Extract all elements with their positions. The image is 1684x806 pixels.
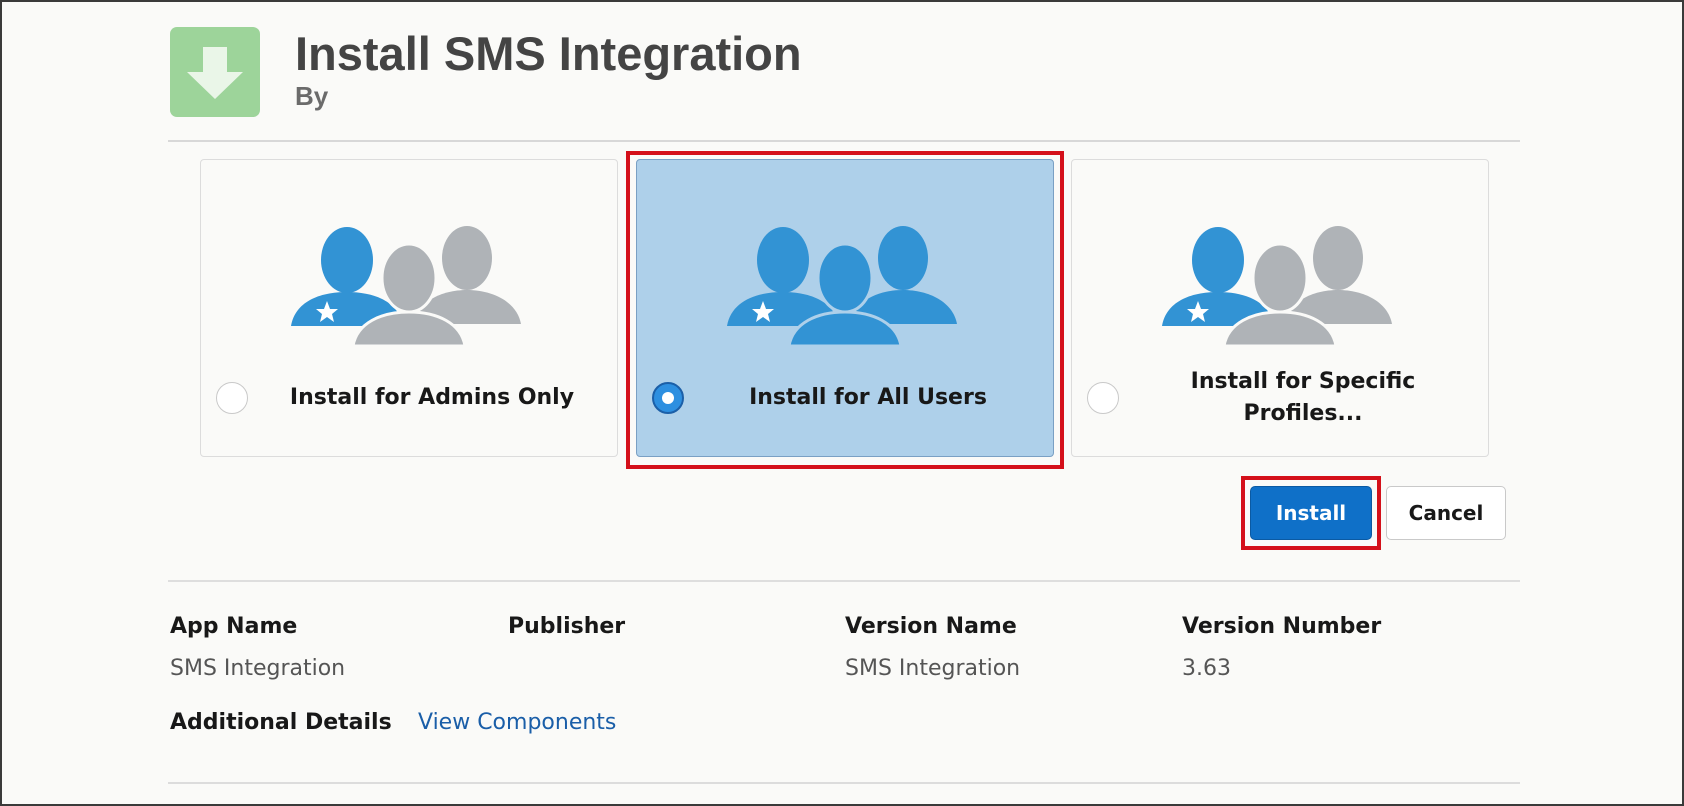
version-number-column: Version Number 3.63 xyxy=(1182,614,1381,681)
option-admins-only[interactable]: Install for Admins Only xyxy=(200,159,618,457)
radio-all-users[interactable] xyxy=(652,382,684,414)
window-frame: Install SMS Integration By Install for A… xyxy=(0,0,1684,806)
download-arrow-icon xyxy=(170,27,260,117)
option-label-specific-profiles: Install for Specific Profiles... xyxy=(1190,369,1416,426)
version-name-value: SMS Integration xyxy=(845,656,1021,681)
radio-admins-only[interactable] xyxy=(216,382,248,414)
version-number-value: 3.63 xyxy=(1182,656,1231,681)
install-options: Install for Admins Only Install for All … xyxy=(168,142,1520,469)
action-bar: Install Cancel xyxy=(168,462,1520,582)
version-name-column: Version Name SMS Integration xyxy=(845,614,1020,681)
publisher-column: Publisher xyxy=(508,614,625,656)
publisher-label: Publisher xyxy=(508,614,626,639)
page-header: Install SMS Integration By xyxy=(168,2,1520,142)
app-name-value: SMS Integration xyxy=(170,656,346,681)
app-name-column: App Name SMS Integration xyxy=(170,614,345,681)
page-title: Install SMS Integration xyxy=(295,27,802,80)
specific-profiles-users-icon xyxy=(1162,226,1392,348)
radio-specific-profiles[interactable] xyxy=(1087,382,1119,414)
publisher-byline: By xyxy=(295,81,329,111)
version-number-label: Version Number xyxy=(1182,614,1382,639)
cancel-button[interactable]: Cancel xyxy=(1386,486,1506,540)
admin-users-icon xyxy=(291,226,521,348)
option-all-users[interactable]: Install for All Users xyxy=(636,159,1054,457)
all-users-icon xyxy=(727,226,957,348)
additional-details-label: Additional Details xyxy=(170,710,392,735)
install-button[interactable]: Install xyxy=(1250,486,1372,540)
install-page: Install SMS Integration By Install for A… xyxy=(168,2,1520,784)
package-details: App Name SMS Integration Publisher Versi… xyxy=(168,582,1520,784)
version-name-label: Version Name xyxy=(845,614,1017,639)
option-label-all-users: Install for All Users xyxy=(749,385,987,410)
option-specific-profiles[interactable]: Install for Specific Profiles... xyxy=(1071,159,1489,457)
option-label-admins-only: Install for Admins Only xyxy=(289,385,575,410)
view-components-link[interactable]: View Components xyxy=(418,710,616,735)
app-name-label: App Name xyxy=(170,614,298,639)
